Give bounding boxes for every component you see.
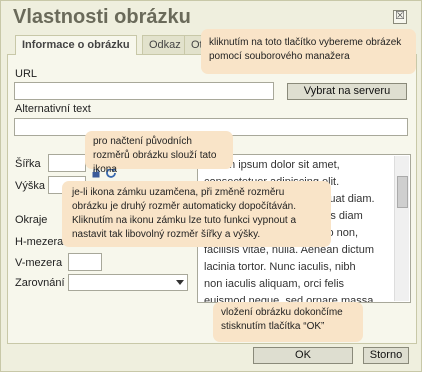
preview-line: non iaculis aliquam, orci felis <box>204 278 345 290</box>
image-properties-dialog: Vlastnosti obrázku ☒ Informace o obrázku… <box>0 0 422 372</box>
reset-size-tooltip: pro načtení původních rozměrů obrázku sl… <box>85 131 233 175</box>
alt-text-label: Alternativní text <box>15 103 91 115</box>
align-label: Zarovnání <box>15 277 65 289</box>
chevron-down-icon <box>176 280 184 285</box>
ok-button[interactable]: OK <box>253 347 353 364</box>
browse-tooltip: kliknutím na toto tlačítko vybereme obrá… <box>201 29 416 74</box>
url-input[interactable] <box>14 82 274 100</box>
cancel-button[interactable]: Storno <box>363 347 409 364</box>
close-icon[interactable]: ☒ <box>393 10 407 24</box>
lock-ratio-tooltip: je-li ikona zámku uzamčena, při změně ro… <box>62 181 331 247</box>
preview-scrollbar[interactable] <box>394 156 409 301</box>
border-label: Okraje <box>15 214 48 226</box>
align-select[interactable] <box>68 274 188 291</box>
browse-server-button[interactable]: Vybrat na serveru <box>287 83 407 100</box>
width-input[interactable] <box>48 154 86 172</box>
ok-tooltip: vložení obrázku dokončíme stisknutím tla… <box>213 302 363 342</box>
vspace-label: V-mezera <box>15 257 63 269</box>
vspace-input[interactable] <box>68 253 102 271</box>
tab-image-info[interactable]: Informace o obrázku <box>15 35 137 55</box>
preview-line: lacinia tortor. Nunc iaculis, nibh <box>204 261 356 273</box>
tab-link[interactable]: Odkaz <box>142 35 188 54</box>
height-label: Výška <box>15 180 45 192</box>
url-label: URL <box>15 68 38 80</box>
width-label: Šířka <box>15 158 41 170</box>
scrollbar-thumb[interactable] <box>397 176 408 208</box>
hspace-label: H-mezera <box>15 236 64 248</box>
dialog-title: Vlastnosti obrázku <box>13 6 191 28</box>
